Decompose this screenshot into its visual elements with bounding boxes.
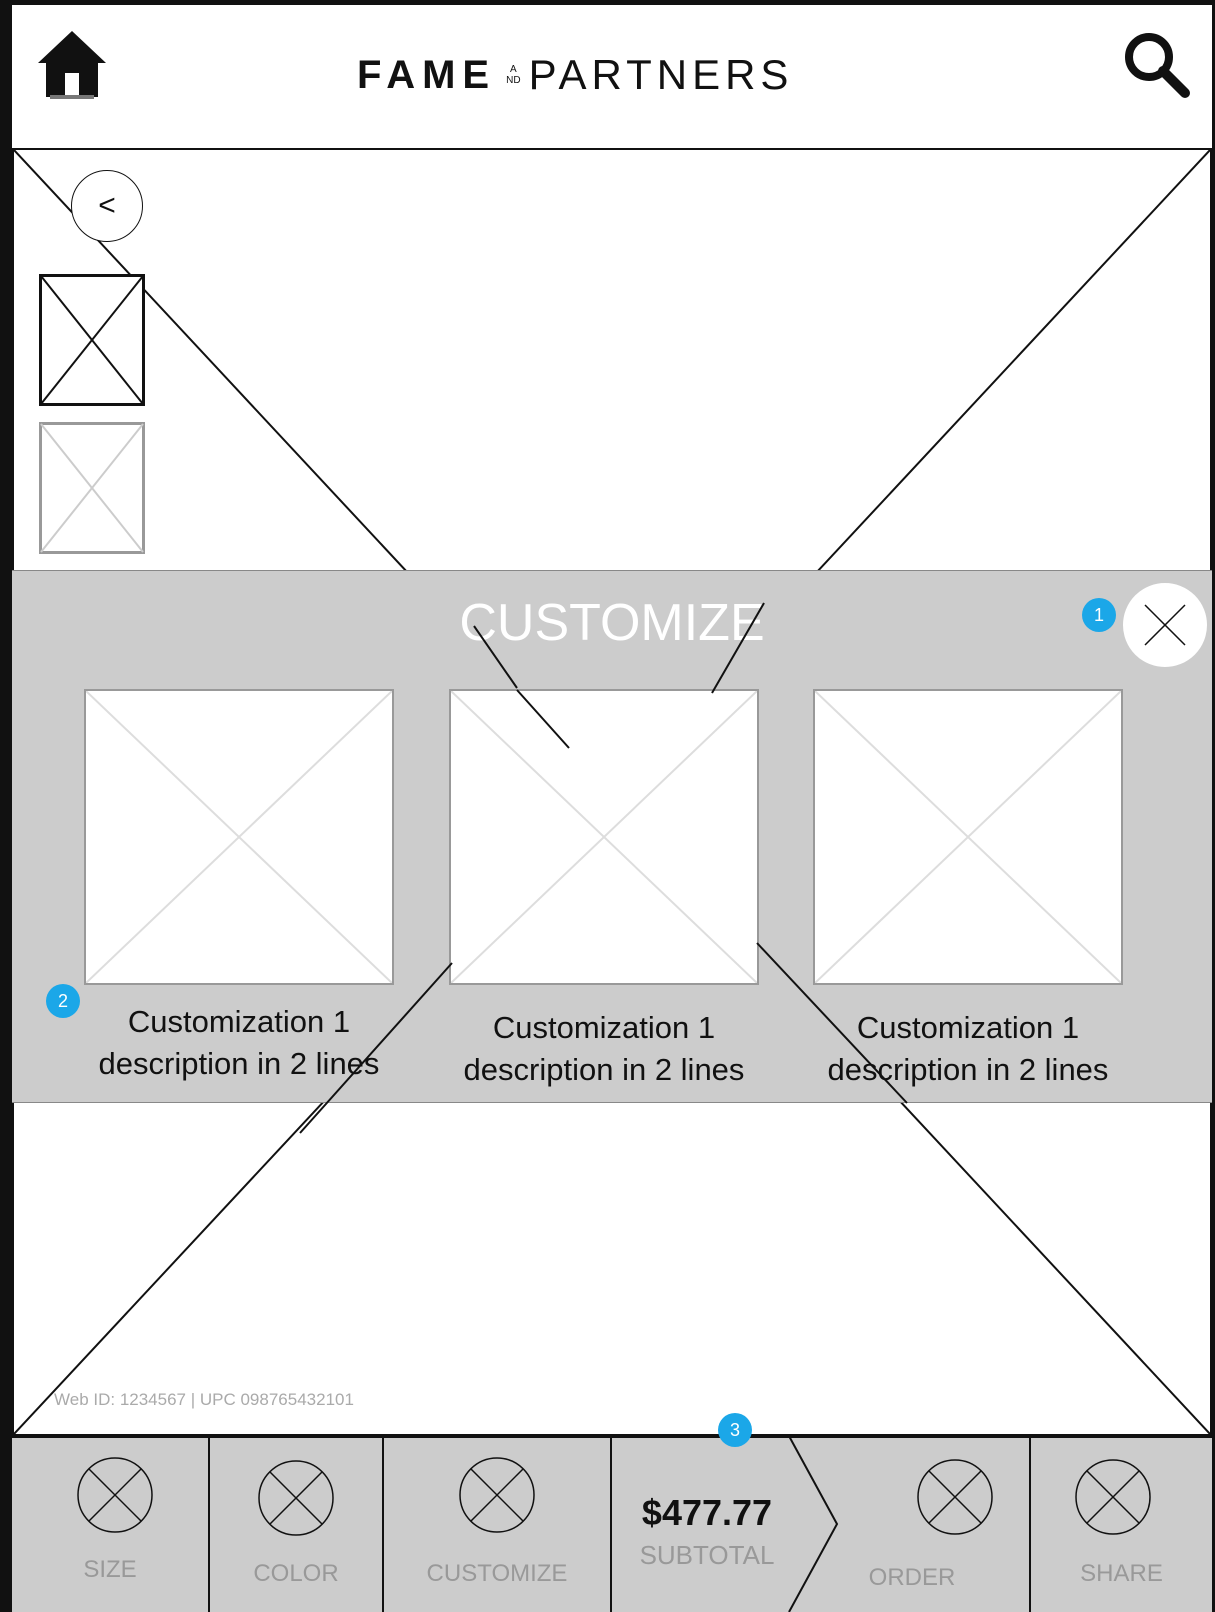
customization-description: Customization 1 description in 2 lines — [98, 1004, 380, 1081]
tab-share-label: SHARE — [1080, 1560, 1163, 1587]
customization-image — [813, 689, 1123, 985]
customization-description: Customization 1 description in 2 lines — [463, 1010, 745, 1087]
annotation-badge-1: 1 — [1082, 598, 1116, 632]
subtotal-display: $477.77 SUBTOTAL — [612, 1436, 802, 1612]
thumbnail-2[interactable] — [39, 422, 145, 554]
customize-panel: CUSTOMIZE Customization 1 description in … — [12, 570, 1212, 1103]
brand-logo[interactable]: FAME A ND PARTNERS — [357, 45, 793, 105]
color-icon — [258, 1460, 334, 1536]
tab-order[interactable]: ORDER — [842, 1436, 1042, 1612]
brand-and: A ND — [506, 64, 521, 86]
tab-size-label: SIZE — [83, 1556, 137, 1583]
size-icon — [77, 1457, 153, 1533]
annotation-badge-3: 3 — [718, 1413, 752, 1447]
order-icon — [917, 1459, 993, 1535]
tab-order-label: ORDER — [868, 1564, 956, 1591]
back-button[interactable]: < — [71, 170, 143, 242]
thumbnail-1[interactable] — [39, 274, 145, 406]
tab-color-label: COLOR — [253, 1560, 339, 1587]
customization-option-3[interactable]: Customization 1 description in 2 lines — [813, 689, 1123, 1091]
bottom-action-bar: SIZE COLOR CUSTOMIZE $477.77 SUBTOTAL OR… — [12, 1436, 1212, 1612]
share-icon — [1075, 1459, 1151, 1535]
search-icon[interactable] — [1117, 25, 1197, 105]
brand-partners: PARTNERS — [528, 51, 794, 98]
tab-customize[interactable]: CUSTOMIZE — [384, 1436, 610, 1612]
customization-description: Customization 1 description in 2 lines — [827, 1010, 1109, 1087]
customization-image — [449, 689, 759, 985]
home-icon[interactable] — [32, 25, 112, 105]
subtotal-price: $477.77 — [641, 1492, 773, 1533]
close-button[interactable] — [1122, 582, 1208, 668]
customization-option-1[interactable]: Customization 1 description in 2 lines — [84, 689, 394, 1085]
tab-share[interactable]: SHARE — [1031, 1436, 1212, 1612]
subtotal-label: SUBTOTAL — [639, 1540, 775, 1570]
close-icon — [1144, 604, 1186, 646]
customize-icon — [459, 1457, 535, 1533]
tab-customize-label: CUSTOMIZE — [426, 1560, 568, 1587]
customization-image — [84, 689, 394, 985]
header: FAME A ND PARTNERS — [12, 5, 1212, 148]
customization-option-2[interactable]: Customization 1 description in 2 lines — [449, 689, 759, 1091]
web-id-text: Web ID: 1234567 | UPC 098765432101 — [54, 1390, 354, 1409]
annotation-badge-2: 2 — [46, 984, 80, 1018]
brand-fame: FAME — [357, 52, 497, 97]
customize-title: CUSTOMIZE — [459, 594, 765, 652]
tab-size[interactable]: SIZE — [12, 1436, 208, 1612]
tab-color[interactable]: COLOR — [210, 1436, 382, 1612]
